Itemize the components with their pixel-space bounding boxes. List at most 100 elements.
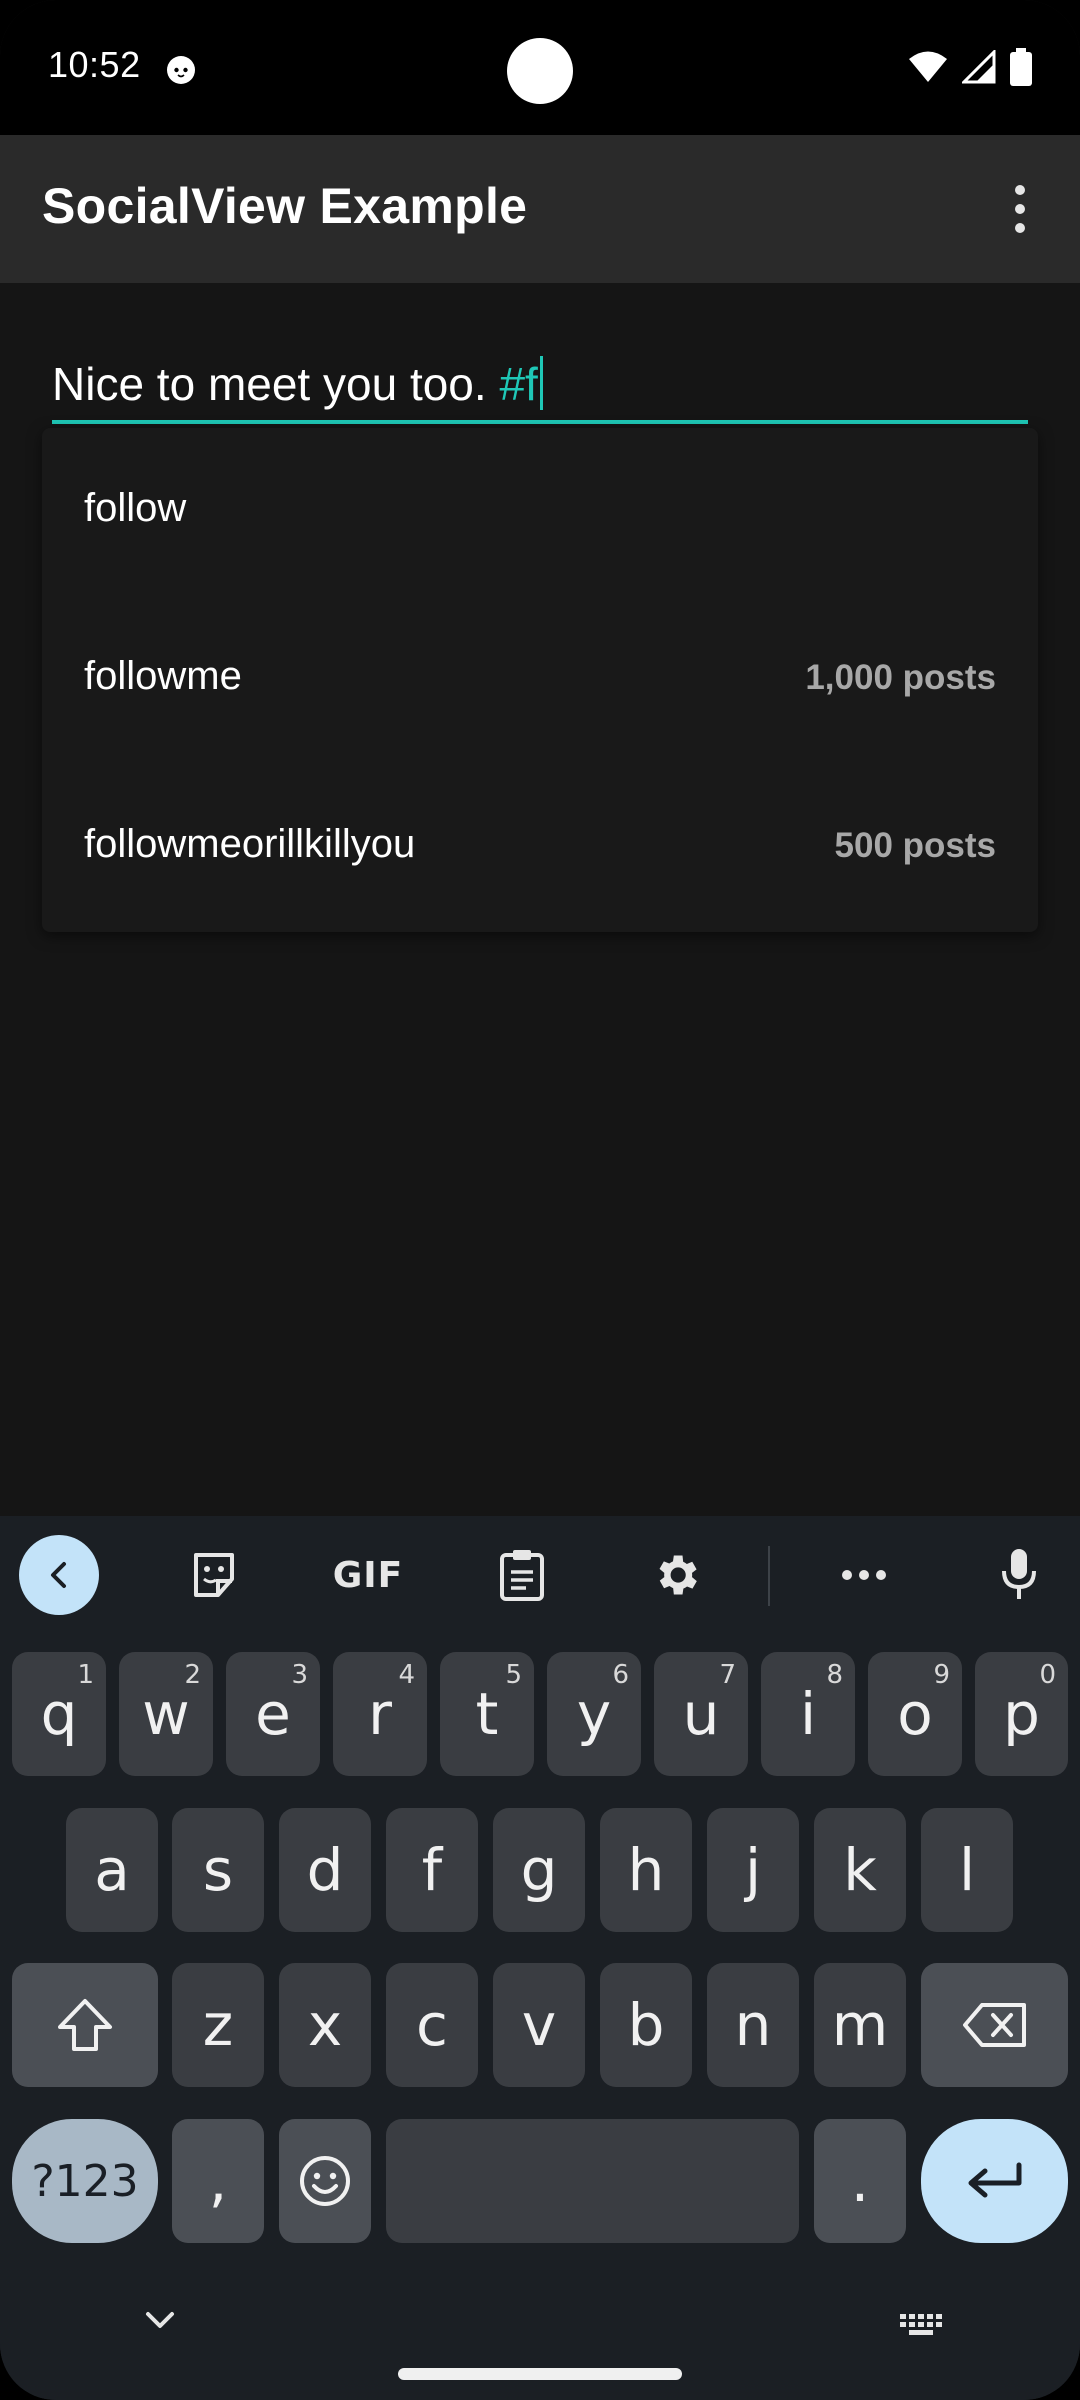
input-plain-text: Nice to meet you too. <box>52 358 500 410</box>
chevron-left-icon <box>51 1562 66 1588</box>
key-hint: 3 <box>291 1660 308 1690</box>
key-h[interactable]: h <box>600 1808 692 1932</box>
space-key[interactable] <box>386 2119 799 2243</box>
voice-input-button[interactable] <box>979 1535 1059 1615</box>
key-hint: 5 <box>505 1660 522 1690</box>
backspace-icon <box>962 2003 1026 2047</box>
key-label: w <box>142 1680 190 1748</box>
clipboard-icon <box>500 1550 544 1601</box>
key-hint: 1 <box>77 1660 94 1690</box>
key-l[interactable]: l <box>921 1808 1013 1932</box>
clipboard-button[interactable] <box>482 1535 562 1615</box>
key-hint: 4 <box>398 1660 415 1690</box>
keyboard-toolbar: GIF <box>0 1516 1080 1628</box>
gear-icon <box>659 1555 697 1595</box>
key-i[interactable]: i8 <box>761 1652 855 1776</box>
text-cursor <box>539 356 543 410</box>
enter-icon <box>968 2162 1021 2198</box>
app-bar: SocialView Example <box>0 135 1080 283</box>
key-o[interactable]: o9 <box>868 1652 962 1776</box>
symbols-key[interactable]: ?123 <box>12 2119 158 2243</box>
key-label: g <box>520 1836 558 1904</box>
suggestion-item[interactable]: followmeorillkillyou 500 posts <box>42 764 1038 932</box>
period-key[interactable]: . <box>814 2119 906 2243</box>
key-t[interactable]: t5 <box>440 1652 534 1776</box>
key-j[interactable]: j <box>707 1808 799 1932</box>
cat-notification-icon <box>167 56 195 84</box>
hide-keyboard-icon[interactable] <box>142 2308 178 2332</box>
key-n[interactable]: n <box>707 1963 799 2087</box>
hashtag-suggestions: follow followme 1,000 posts followmeoril… <box>42 428 1038 932</box>
message-input[interactable]: Nice to meet you too. #f <box>52 340 1028 424</box>
backspace-key[interactable] <box>921 1963 1068 2087</box>
microphone-icon <box>1002 1549 1036 1599</box>
key-label: s <box>202 1836 234 1904</box>
suggestion-count: 500 posts <box>834 826 996 865</box>
shift-key[interactable] <box>12 1963 158 2087</box>
key-q[interactable]: q1 <box>12 1652 106 1776</box>
key-label: d <box>306 1836 344 1904</box>
sticker-icon <box>194 1553 234 1597</box>
settings-button[interactable] <box>636 1535 716 1615</box>
key-r[interactable]: r4 <box>333 1652 427 1776</box>
key-label: x <box>307 1991 343 2059</box>
key-label: c <box>416 1991 448 2059</box>
key-hint: 8 <box>826 1660 843 1690</box>
key-label: a <box>94 1836 130 1904</box>
key-label: k <box>843 1836 877 1904</box>
keyboard-switch-icon[interactable] <box>898 2312 944 2338</box>
key-c[interactable]: c <box>386 1963 478 2087</box>
key-label: l <box>958 1836 976 1904</box>
comma-key[interactable]: , <box>172 2119 264 2243</box>
more-options-button[interactable] <box>824 1535 904 1615</box>
emoji-icon <box>300 2156 350 2206</box>
collapse-toolbar-button[interactable] <box>19 1535 99 1615</box>
overflow-menu-icon[interactable] <box>990 177 1050 241</box>
key-f[interactable]: f <box>386 1808 478 1932</box>
phone-screen: 10:52 SocialView Example Nice to meet yo… <box>0 0 1080 2400</box>
key-label: b <box>627 1991 665 2059</box>
gif-button[interactable]: GIF <box>328 1535 408 1615</box>
key-label: h <box>627 1836 665 1904</box>
suggestion-item[interactable]: follow <box>42 428 1038 596</box>
key-s[interactable]: s <box>172 1808 264 1932</box>
shift-icon <box>58 1999 112 2051</box>
key-u[interactable]: u7 <box>654 1652 748 1776</box>
key-label: o <box>897 1680 933 1748</box>
key-v[interactable]: v <box>493 1963 585 2087</box>
key-g[interactable]: g <box>493 1808 585 1932</box>
app-title: SocialView Example <box>42 178 528 234</box>
message-input-text: Nice to meet you too. #f <box>52 356 543 411</box>
key-z[interactable]: z <box>172 1963 264 2087</box>
key-m[interactable]: m <box>814 1963 906 2087</box>
key-a[interactable]: a <box>66 1808 158 1932</box>
key-label: m <box>831 1991 889 2059</box>
key-label: y <box>576 1680 612 1748</box>
sticker-button[interactable] <box>174 1535 254 1615</box>
key-y[interactable]: y6 <box>547 1652 641 1776</box>
key-x[interactable]: x <box>279 1963 371 2087</box>
more-horizontal-icon <box>842 1570 886 1580</box>
key-label: r <box>368 1680 392 1748</box>
suggestion-item[interactable]: followme 1,000 posts <box>42 596 1038 764</box>
enter-key[interactable] <box>921 2119 1068 2243</box>
key-k[interactable]: k <box>814 1808 906 1932</box>
key-w[interactable]: w2 <box>119 1652 213 1776</box>
status-bar: 10:52 <box>0 0 1080 135</box>
suggestion-name: followmeorillkillyou <box>84 822 416 866</box>
key-p[interactable]: p0 <box>975 1652 1068 1776</box>
suggestion-count: 1,000 posts <box>805 658 996 697</box>
suggestion-name: follow <box>84 486 187 530</box>
status-time: 10:52 <box>48 44 141 85</box>
home-indicator[interactable] <box>398 2368 682 2380</box>
key-label: n <box>734 1991 772 2059</box>
key-b[interactable]: b <box>600 1963 692 2087</box>
key-label: , <box>208 2147 228 2215</box>
emoji-key[interactable] <box>279 2119 371 2243</box>
key-hint: 6 <box>612 1660 629 1690</box>
key-label: ?123 <box>31 2155 139 2207</box>
key-e[interactable]: e3 <box>226 1652 320 1776</box>
key-label: j <box>744 1836 762 1904</box>
key-hint: 0 <box>1039 1660 1056 1690</box>
key-d[interactable]: d <box>279 1808 371 1932</box>
